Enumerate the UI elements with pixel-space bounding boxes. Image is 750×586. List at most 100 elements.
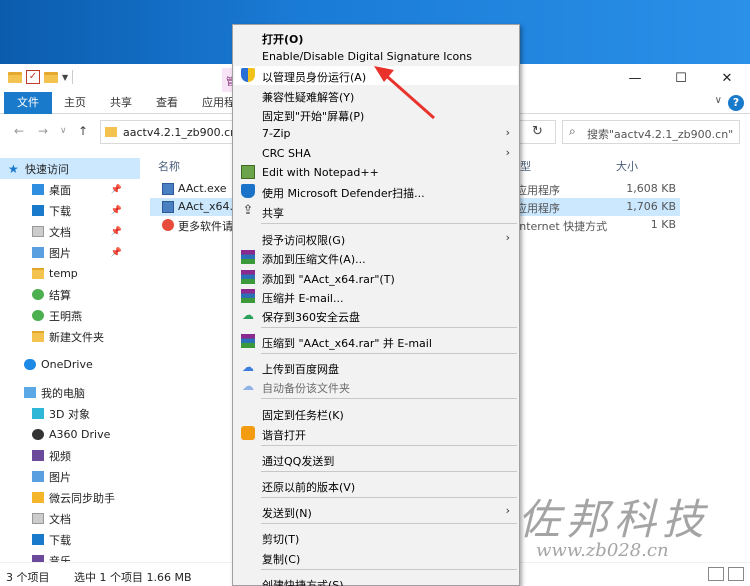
menu-item-defender-scan[interactable]: 使用 Microsoft Defender扫描... [234, 182, 518, 201]
menu-separator [261, 569, 517, 570]
menu-item-label: 通过QQ发送到 [262, 455, 335, 468]
back-button[interactable]: ← [14, 124, 24, 138]
address-input[interactable]: aactv4.2.1_zb900.cn [100, 120, 237, 144]
customize-toolbar-icon[interactable]: ▼ [62, 73, 68, 82]
download-icon [32, 205, 44, 216]
forward-button[interactable]: → [38, 124, 48, 138]
menu-item-save-360-cloud[interactable]: ☁ 保存到360安全云盘 [234, 306, 518, 325]
chevron-right-icon: › [505, 146, 510, 159]
sidebar-item-settlement[interactable]: 结算 [0, 284, 140, 305]
sidebar-item-this-pc[interactable]: 我的电脑 [0, 382, 140, 403]
menu-item-pin-to-taskbar[interactable]: 固定到任务栏(K) [234, 404, 518, 423]
folder-icon [32, 268, 44, 279]
recent-locations-button[interactable]: ∨ [60, 126, 67, 136]
refresh-button[interactable]: ↻ [532, 124, 543, 139]
sidebar-item-onedrive[interactable]: OneDrive [0, 354, 140, 375]
sidebar-item-a360-drive[interactable]: A360 Drive [0, 424, 140, 445]
file-name: AAct.exe [178, 182, 227, 195]
column-header-name[interactable]: 名称 [158, 158, 180, 174]
selection-info: 选中 1 个项目 1.66 MB [74, 571, 192, 584]
sidebar-item-videos[interactable]: 视频 [0, 445, 140, 466]
sidebar-item-new-folder[interactable]: 新建文件夹 [0, 326, 140, 347]
menu-separator [261, 353, 517, 354]
menu-item-copy[interactable]: 复制(C) [234, 548, 518, 567]
winrar-icon [241, 250, 255, 264]
sidebar-item-label: 我的电脑 [41, 386, 85, 400]
star-icon: ★ [8, 161, 19, 176]
sidebar-item-documents[interactable]: 文档 📌 [0, 221, 140, 242]
tab-view[interactable]: 查看 [148, 92, 186, 114]
sidebar-item-label: temp [49, 267, 78, 280]
sidebar-item-quick-access[interactable]: ★ 快速访问 [0, 158, 140, 179]
app-folder-icon [32, 289, 44, 300]
file-name: 更多软件请 [178, 220, 233, 233]
menu-item-auto-backup: ☁ 自动备份该文件夹 [234, 377, 518, 396]
weiyun-icon [32, 492, 44, 503]
menu-item-compress-rar-email[interactable]: 压缩到 "AAct_x64.rar" 并 E-mail [234, 332, 518, 351]
maximize-button[interactable]: ☐ [658, 64, 704, 92]
folder-icon[interactable] [8, 71, 22, 83]
menu-item-upload-baidu[interactable]: ☁ 上传到百度网盘 [234, 358, 518, 377]
menu-item-notepadpp[interactable]: Edit with Notepad++ [234, 163, 518, 182]
sidebar-item-label: 视频 [49, 449, 71, 463]
sidebar-item-pictures[interactable]: 图片 📌 [0, 242, 140, 263]
tab-share[interactable]: 共享 [102, 92, 140, 114]
menu-item-share[interactable]: ⇪ 共享 [234, 202, 518, 221]
menu-item-restore-versions[interactable]: 还原以前的版本(V) [234, 476, 518, 495]
tab-file[interactable]: 文件 [4, 92, 52, 114]
internet-shortcut-icon [162, 219, 174, 231]
chevron-right-icon: › [505, 231, 510, 244]
file-type: Internet 快捷方式 [516, 220, 608, 233]
column-header-size[interactable]: 大小 [616, 158, 638, 174]
menu-item-give-access[interactable]: 授予访问权限(G) › [234, 229, 518, 248]
close-button[interactable]: ✕ [704, 64, 750, 92]
up-button[interactable]: ↑ [78, 124, 88, 138]
sidebar-item-user-folder[interactable]: 王明燕 [0, 305, 140, 326]
help-icon[interactable]: ? [728, 95, 744, 111]
menu-item-label: 发送到(N) [262, 507, 312, 520]
search-icon: ⌕ [569, 124, 576, 138]
menu-item-crc-sha[interactable]: CRC SHA › [234, 144, 518, 163]
sidebar-item-downloads-pc[interactable]: 下载 [0, 529, 140, 550]
sidebar-item-label: 文档 [49, 512, 71, 526]
properties-icon[interactable]: ✓ [26, 70, 40, 84]
sidebar-item-3d-objects[interactable]: 3D 对象 [0, 403, 140, 424]
menu-item-compress-email[interactable]: 压缩并 E-mail... [234, 287, 518, 306]
menu-item-add-to-archive[interactable]: 添加到压缩文件(A)... [234, 248, 518, 267]
menu-item-send-to[interactable]: 发送到(N) › [234, 502, 518, 521]
menu-item-label: 复制(C) [262, 553, 301, 566]
sidebar-item-desktop[interactable]: 桌面 📌 [0, 179, 140, 200]
sidebar-item-temp[interactable]: temp [0, 263, 140, 284]
tab-home[interactable]: 主页 [56, 92, 94, 114]
sidebar-item-downloads[interactable]: 下载 📌 [0, 200, 140, 221]
onedrive-icon [24, 359, 36, 370]
toolbar-separator [72, 70, 74, 84]
sidebar-item-label: 结算 [49, 288, 71, 302]
sidebar-item-weiyun[interactable]: 微云同步助手 [0, 487, 140, 508]
file-size: 1 KB [650, 218, 676, 231]
menu-item-create-shortcut[interactable]: 创建快捷方式(S) [234, 574, 518, 586]
xieyin-icon [241, 426, 255, 440]
menu-item-7zip[interactable]: 7-Zip › [234, 124, 518, 143]
sidebar-item-label: 图片 [49, 470, 71, 484]
menu-item-open[interactable]: 打开(O) [234, 28, 518, 47]
menu-item-cut[interactable]: 剪切(T) [234, 528, 518, 547]
new-folder-icon[interactable] [44, 71, 58, 83]
menu-item-xieyin-open[interactable]: 谐音打开 [234, 424, 518, 443]
expand-ribbon-icon[interactable]: ∨ [715, 95, 722, 106]
sidebar-item-pictures-pc[interactable]: 图片 [0, 466, 140, 487]
menu-item-label: 压缩到 "AAct_x64.rar" 并 E-mail [262, 337, 432, 350]
baidu-icon: ☁ [242, 360, 254, 374]
sidebar-item-label: 王明燕 [49, 309, 82, 323]
winrar-icon [241, 334, 255, 348]
search-input[interactable]: ⌕ 搜索"aactv4.2.1_zb900.cn" [562, 120, 740, 144]
menu-item-send-via-qq[interactable]: 通过QQ发送到 [234, 450, 518, 469]
menu-item-add-to-rar[interactable]: 添加到 "AAct_x64.rar"(T) [234, 268, 518, 287]
menu-item-label: 7-Zip [262, 127, 291, 140]
minimize-button[interactable]: — [612, 64, 658, 92]
shield-icon [241, 68, 255, 82]
column-header-type[interactable]: 型 [520, 158, 531, 174]
executable-icon [162, 183, 174, 195]
menu-item-label: 固定到任务栏(K) [262, 409, 344, 422]
sidebar-item-documents-pc[interactable]: 文档 [0, 508, 140, 529]
